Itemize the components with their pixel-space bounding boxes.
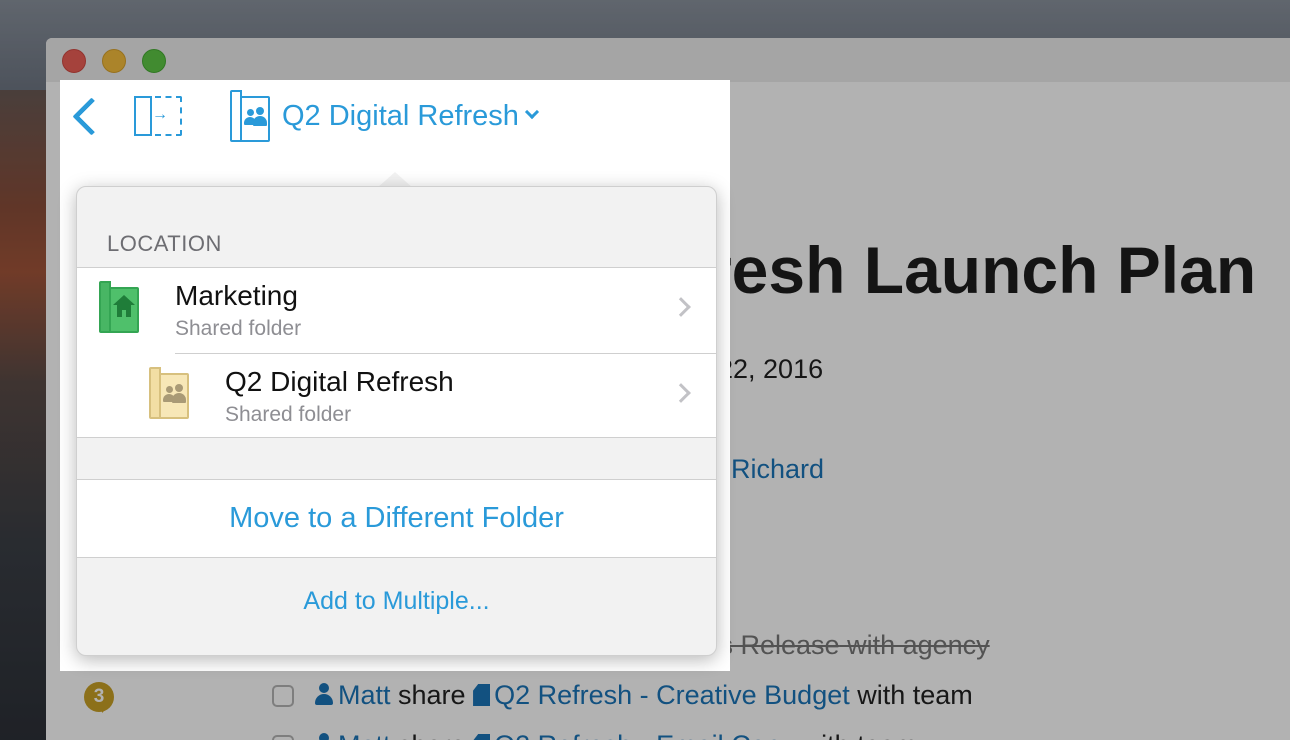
location-name: Q2 Digital Refresh (225, 366, 454, 397)
add-to-multiple-button[interactable]: Add to Multiple... (77, 559, 716, 643)
folder-title: Q2 Digital Refresh (282, 99, 519, 132)
arrow-right-icon: → (152, 106, 168, 123)
tan-shared-folder-icon (149, 367, 189, 419)
back-button[interactable] (68, 94, 98, 138)
location-list: Marketing Shared folder Q2 Digital Refre… (77, 267, 716, 438)
location-popover: LOCATION Marketing Shared folder Q2 Digi… (76, 186, 717, 656)
location-row-marketing[interactable]: Marketing Shared folder (77, 268, 716, 354)
move-to-different-folder-button[interactable]: Move to a Different Folder (77, 479, 716, 558)
chevron-right-icon (671, 383, 691, 403)
location-name: Marketing (175, 280, 298, 311)
location-row-q2-digital-refresh[interactable]: Q2 Digital Refresh Shared folder (77, 354, 716, 439)
location-subtitle: Shared folder (175, 317, 302, 340)
shared-folder-icon (230, 90, 270, 142)
sidebar-panel-icon (134, 96, 152, 136)
location-subtitle: Shared folder (225, 403, 352, 426)
green-home-folder-icon (99, 281, 139, 333)
toggle-sidebar-button[interactable]: → (134, 96, 182, 136)
chevron-down-icon (524, 104, 540, 120)
chevron-right-icon (671, 297, 691, 317)
section-header: LOCATION (107, 231, 222, 256)
folder-title-button[interactable]: Q2 Digital Refresh (230, 90, 540, 142)
